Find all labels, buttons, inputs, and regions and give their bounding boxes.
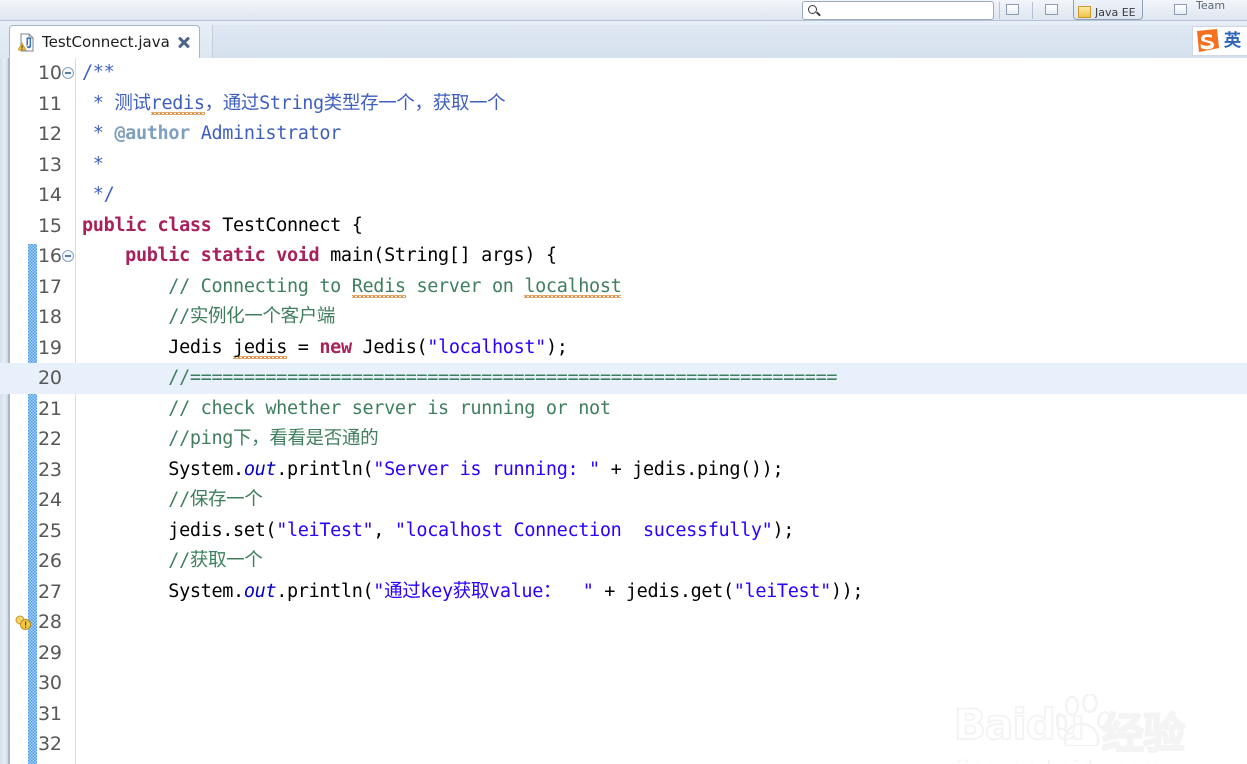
perspective-team-label[interactable]: Team [1196, 1, 1244, 11]
line-number: 19 [38, 336, 62, 359]
code-line-text: public static void main(String[] args) { [125, 245, 557, 266]
code-line-row[interactable]: 11 * 测试redis，通过String类型存一个，获取一个 [0, 89, 1247, 120]
line-number: 31 [38, 702, 62, 725]
fold-collapse-icon[interactable] [62, 250, 74, 262]
code-line-row[interactable]: 24 //保存一个 [0, 485, 1247, 516]
perspective-switcher-java-ee[interactable]: Java EE [1073, 0, 1143, 20]
toolbar-strip: Java EE Team [0, 0, 1247, 21]
code-editor[interactable]: 10 /** 11 * 测试redis，通过String类型存一个，获取一个 1… [0, 58, 1247, 764]
line-number: 27 [38, 580, 62, 603]
code-line-row[interactable]: 28 [0, 607, 1247, 638]
fold-collapse-icon[interactable] [62, 67, 74, 79]
svg-text:J: J [26, 38, 30, 47]
code-line-row[interactable]: 26 //获取一个 [0, 546, 1247, 577]
line-number: 24 [38, 489, 62, 511]
editor-tab-testconnect[interactable]: J TestConnect.java [9, 25, 200, 58]
code-line-text: public class TestConnect { [82, 214, 363, 236]
code-lines-container[interactable]: 10 /** 11 * 测试redis，通过String类型存一个，获取一个 1… [0, 58, 1247, 764]
toolbar-button-other-perspective[interactable] [1174, 4, 1187, 15]
code-line-text: * 测试redis，通过String类型存一个，获取一个 [82, 92, 506, 114]
code-line-row[interactable]: 29 [0, 638, 1247, 669]
code-line-text: //实例化一个客户端 [82, 306, 336, 327]
code-line-text: jedis.set("leiTest", "localhost Connecti… [82, 519, 795, 541]
code-line-row[interactable]: 27 System.out.println("通过key获取value： " +… [0, 577, 1247, 608]
java-ee-perspective-icon [1078, 6, 1091, 18]
code-line-row[interactable]: 30 [0, 668, 1247, 699]
line-number: 23 [38, 458, 62, 481]
line-number: 13 [38, 153, 62, 176]
sogou-logo-icon [1193, 28, 1221, 54]
line-number: 28 [38, 611, 62, 633]
code-line-row[interactable]: 32 [0, 729, 1247, 760]
code-line-row[interactable]: 25 jedis.set("leiTest", "localhost Conne… [0, 516, 1247, 547]
line-number: 32 [38, 733, 62, 755]
perspective-label: Java EE [1095, 8, 1136, 18]
toolbar-button-open-perspective[interactable] [1045, 4, 1058, 15]
code-line-text: //ping下，看看是否通的 [82, 428, 379, 449]
code-line-row[interactable]: 22 //ping下，看看是否通的 [0, 424, 1247, 455]
toolbar-separator [999, 2, 1000, 19]
code-line-row[interactable]: 12 * @author Administrator [0, 119, 1247, 150]
code-line-text: //======================================… [82, 367, 838, 388]
code-line-row[interactable]: 19 Jedis jedis = new Jedis("localhost"); [0, 333, 1247, 630]
code-line-row[interactable]: 16 public static void main(String[] args… [0, 241, 1247, 272]
line-number: 11 [38, 92, 62, 115]
code-line-text: /** [82, 62, 115, 83]
code-line-text: System.out.println("通过key获取value： " + je… [82, 580, 864, 602]
line-number: 12 [38, 123, 62, 145]
code-line-row-current[interactable]: 20 //===================================… [0, 363, 1247, 394]
line-number: 30 [38, 672, 62, 694]
line-number: 26 [38, 550, 62, 572]
search-icon [808, 5, 817, 14]
code-line-row[interactable]: 14 */ [0, 180, 1247, 211]
code-line-row[interactable]: 17 // Connecting to Redis server on loca… [0, 272, 1247, 303]
code-line-row[interactable]: 13 * [0, 150, 1247, 181]
close-icon[interactable] [177, 36, 190, 49]
code-line-text: // check whether server is running or no… [82, 397, 611, 419]
line-number: 14 [38, 184, 62, 206]
code-line-text: */ [82, 184, 115, 205]
line-number: 20 [38, 367, 62, 389]
editor-tab-title: TestConnect.java [42, 33, 170, 51]
code-line-row[interactable]: 21 // check whether server is running or… [0, 394, 1247, 425]
toolbar-button-restore[interactable] [1006, 4, 1019, 15]
code-line-row[interactable]: 15 public class TestConnect { [0, 211, 1247, 242]
search-input[interactable] [802, 1, 994, 20]
code-line-row[interactable]: 31 [0, 699, 1247, 730]
line-number: 17 [38, 275, 62, 298]
code-line-row[interactable]: 23 System.out.println("Server is running… [0, 455, 1247, 486]
code-line-row[interactable]: 10 /** [0, 58, 1247, 89]
code-line-text: * @author Administrator [82, 123, 342, 144]
line-number: 25 [38, 519, 62, 542]
code-line-text: * [82, 153, 104, 175]
code-line-text: //保存一个 [82, 489, 263, 510]
sogou-ime-indicator[interactable]: 英 [1192, 26, 1247, 56]
code-line-row[interactable]: 18 //实例化一个客户端 [0, 302, 1247, 333]
code-line-text: System.out.println("Server is running: "… [82, 458, 784, 480]
toolbar-separator-2 [1032, 2, 1033, 19]
line-number: 18 [38, 306, 62, 328]
editor-tab-empty-area [212, 25, 1247, 58]
java-file-warning-icon: J [17, 32, 35, 52]
line-number: 15 [38, 214, 62, 237]
code-line-text: //获取一个 [82, 550, 263, 571]
ime-mode-label[interactable]: 英 [1221, 32, 1245, 50]
line-number: 21 [38, 397, 62, 420]
editor-tab-bar: J TestConnect.java [0, 21, 1247, 58]
code-line-text: Jedis jedis = new Jedis("localhost"); [82, 336, 568, 358]
code-line-text: // Connecting to Redis server on localho… [82, 275, 622, 297]
line-number: 22 [38, 428, 62, 450]
line-number: 29 [38, 641, 62, 664]
